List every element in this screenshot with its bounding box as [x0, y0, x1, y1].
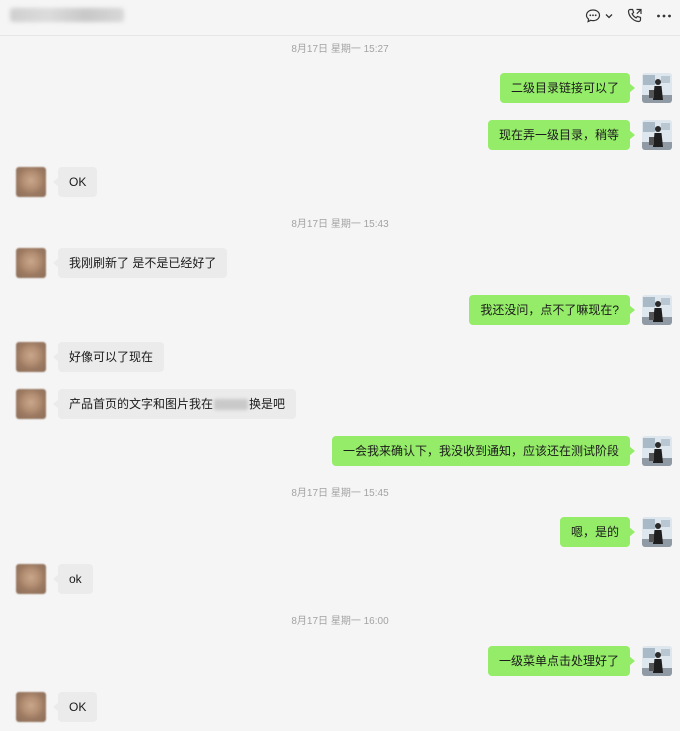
avatar-contact[interactable]: [16, 167, 46, 197]
message-row-received: ok: [0, 564, 680, 594]
message-row-received: OK: [0, 167, 680, 197]
message-bubble-received[interactable]: OK: [52, 692, 98, 722]
avatar-self[interactable]: [642, 517, 672, 547]
chat-header: [0, 0, 680, 36]
timestamp: 8月17日 星期一 15:43: [291, 219, 389, 230]
message-bubble-received[interactable]: OK: [52, 167, 98, 197]
message-bubble-received[interactable]: 我刚刷新了 是不是已经好了: [52, 248, 228, 278]
message-row-sent: 嗯，是的: [0, 517, 680, 547]
message-row-sent: 现在弄一级目录，稍等: [0, 120, 680, 150]
contact-name-redacted: [10, 8, 124, 22]
redacted-text: [214, 399, 249, 411]
message-row-received: 产品首页的文字和图片我在 换是吧: [0, 389, 680, 419]
message-bubble-received[interactable]: ok: [53, 564, 93, 594]
message-row-sent: 我还没问，点不了嘛现在?: [0, 295, 680, 325]
avatar-contact[interactable]: [16, 342, 46, 372]
avatar-contact[interactable]: [16, 248, 46, 278]
avatar-self[interactable]: [642, 436, 672, 466]
avatar-self[interactable]: [642, 295, 672, 325]
avatar-self[interactable]: [642, 646, 672, 676]
message-row-sent: 一会我来确认下，我没收到通知，应该还在测试阶段: [0, 436, 680, 466]
more-icon[interactable]: [656, 6, 672, 26]
message-row-sent: 二级目录链接可以了: [0, 73, 680, 103]
message-row-received: 好像可以了现在: [0, 342, 680, 372]
avatar-contact[interactable]: [16, 389, 46, 419]
avatar-contact[interactable]: [16, 692, 46, 722]
message-bubble-sent[interactable]: 二级目录链接可以了: [499, 73, 636, 103]
message-row-received: OK: [0, 692, 680, 722]
message-text-part: 换是吧: [249, 397, 286, 411]
message-bubble-sent[interactable]: 一会我来确认下，我没收到通知，应该还在测试阶段: [331, 436, 636, 466]
message-bubble-sent[interactable]: 我还没问，点不了嘛现在?: [469, 295, 635, 325]
avatar-contact[interactable]: [16, 564, 46, 594]
message-row-sent: 一级菜单点击处理好了: [0, 646, 680, 676]
message-text-part: 产品首页的文字和图片我在: [69, 397, 214, 411]
timestamp: 8月17日 星期一 16:00: [291, 616, 389, 627]
phone-call-icon[interactable]: [626, 6, 644, 26]
message-bubble-sent[interactable]: 一级菜单点击处理好了: [487, 646, 636, 676]
message-bubble-sent[interactable]: 现在弄一级目录，稍等: [487, 120, 636, 150]
message-bubble-received[interactable]: 产品首页的文字和图片我在 换是吧: [52, 389, 297, 419]
message-bubble-received[interactable]: 好像可以了现在: [52, 342, 165, 372]
chat-bubble-icon[interactable]: [585, 6, 601, 26]
message-bubble-sent[interactable]: 嗯，是的: [559, 517, 636, 547]
chevron-down-icon[interactable]: [604, 6, 614, 26]
message-row-received: 我刚刷新了 是不是已经好了: [0, 248, 680, 278]
timestamp: 8月17日 星期一 15:45: [291, 488, 389, 499]
timestamp: 8月17日 星期一 15:27: [291, 44, 389, 55]
avatar-self[interactable]: [642, 120, 672, 150]
avatar-self[interactable]: [642, 73, 672, 103]
